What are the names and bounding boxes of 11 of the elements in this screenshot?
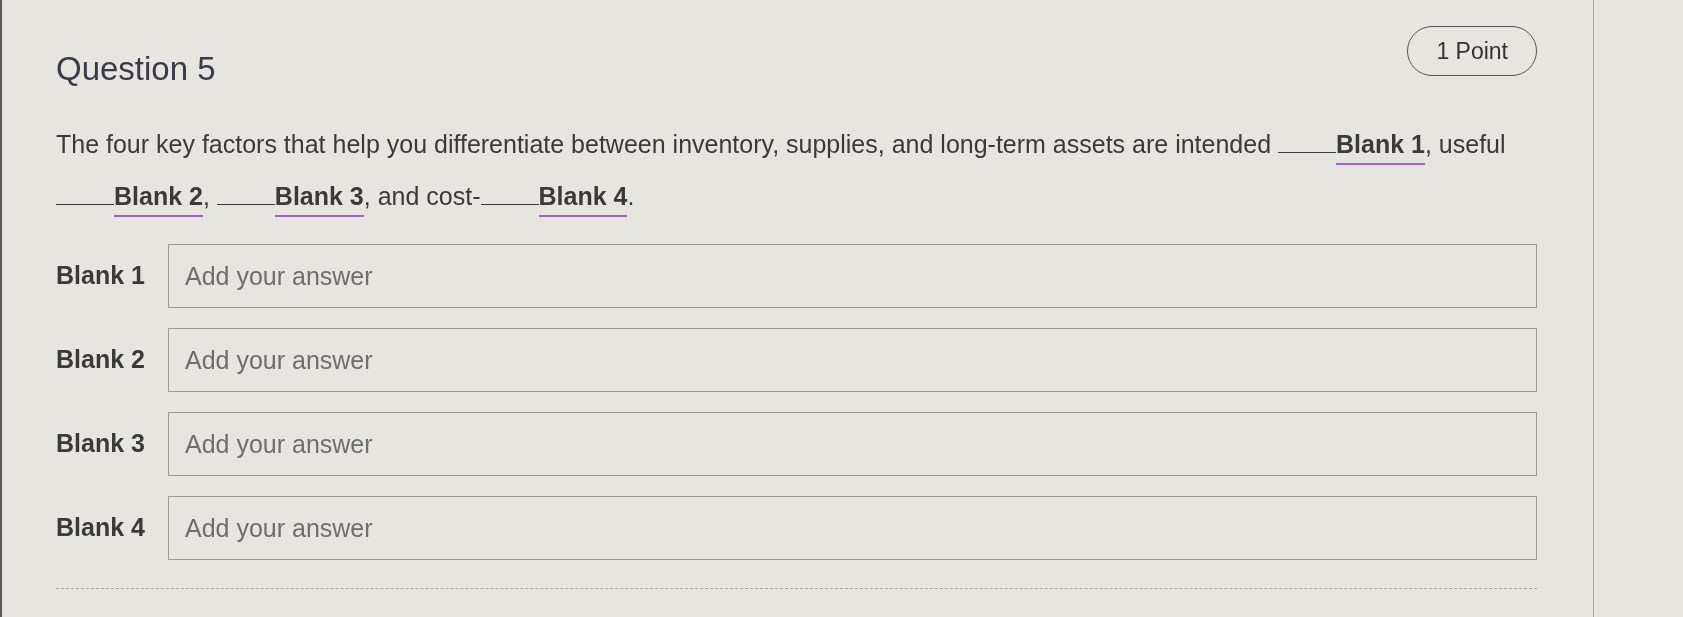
answer-field[interactable]: Add your answer [168,496,1537,560]
answer-field[interactable]: Add your answer [168,244,1537,308]
blank-label: Blank 1 [56,260,146,292]
answer-field[interactable]: Add your answer [168,412,1537,476]
blank-label: Blank 4 [56,512,146,544]
points-badge: 1 Point [1407,26,1537,76]
answer-field[interactable]: Add your answer [168,328,1537,392]
question-text: The four key factors that help you differentiate between inventory, supplies, and long-term assets are intended Blank 1, useful Blank 2, Blank 3, and cost- Blank 4. [56,118,1537,222]
blank-label: Blank 2 [56,344,146,376]
question-title: Question 5 [56,52,216,85]
blank-label: Blank 3 [56,428,146,460]
